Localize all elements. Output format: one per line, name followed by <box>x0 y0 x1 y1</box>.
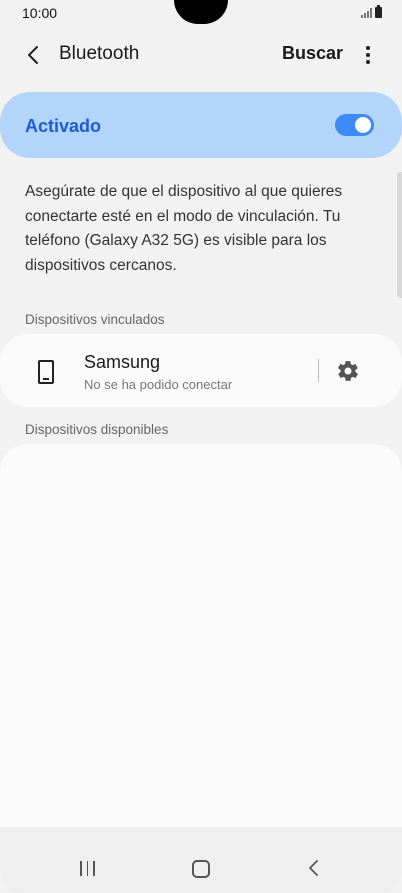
paired-device-item[interactable]: Samsung No se ha podido conectar <box>0 334 402 407</box>
visibility-description: Asegúrate de que el dispositivo al que q… <box>25 183 343 274</box>
more-vertical-icon <box>366 46 370 64</box>
paired-devices-header: Dispositivos vinculados <box>25 312 165 327</box>
app-header: Bluetooth Buscar <box>0 34 402 76</box>
chevron-left-icon <box>28 46 38 64</box>
available-devices-list <box>0 444 402 844</box>
back-button[interactable] <box>18 40 48 70</box>
toggle-knob <box>355 117 371 133</box>
device-status: No se ha podido conectar <box>84 377 233 392</box>
battery-icon <box>375 5 382 18</box>
home-button[interactable] <box>192 860 210 878</box>
device-divider <box>318 359 319 382</box>
more-options-button[interactable] <box>356 40 380 70</box>
search-button[interactable]: Buscar <box>282 43 343 64</box>
scrollbar[interactable] <box>397 172 402 298</box>
nav-back-icon <box>309 860 318 876</box>
nav-back-button[interactable] <box>306 858 322 878</box>
bluetooth-master-switch-card[interactable]: Activado <box>0 92 402 158</box>
recent-apps-icon-bar <box>93 861 95 876</box>
device-settings-button[interactable] <box>336 359 360 383</box>
navigation-bar <box>0 827 402 893</box>
gear-icon <box>338 361 358 381</box>
recent-apps-icon <box>80 861 82 876</box>
bluetooth-toggle[interactable] <box>335 114 374 136</box>
camera-notch <box>174 0 228 24</box>
status-time: 10:00 <box>22 5 58 21</box>
available-devices-header: Dispositivos disponibles <box>25 422 169 437</box>
status-bar: 10:00 <box>0 0 402 28</box>
status-icons <box>361 5 382 18</box>
recent-apps-button[interactable] <box>80 861 95 876</box>
master-switch-label: Activado <box>25 116 102 136</box>
smartphone-icon <box>38 360 54 384</box>
device-name: Samsung <box>84 352 161 372</box>
phone-screen: 10:00 Bluetooth Buscar Activado Asegúrat… <box>0 0 402 893</box>
page-title: Bluetooth <box>59 43 140 64</box>
recent-apps-icon-bar <box>86 861 89 876</box>
signal-icon <box>361 8 372 18</box>
